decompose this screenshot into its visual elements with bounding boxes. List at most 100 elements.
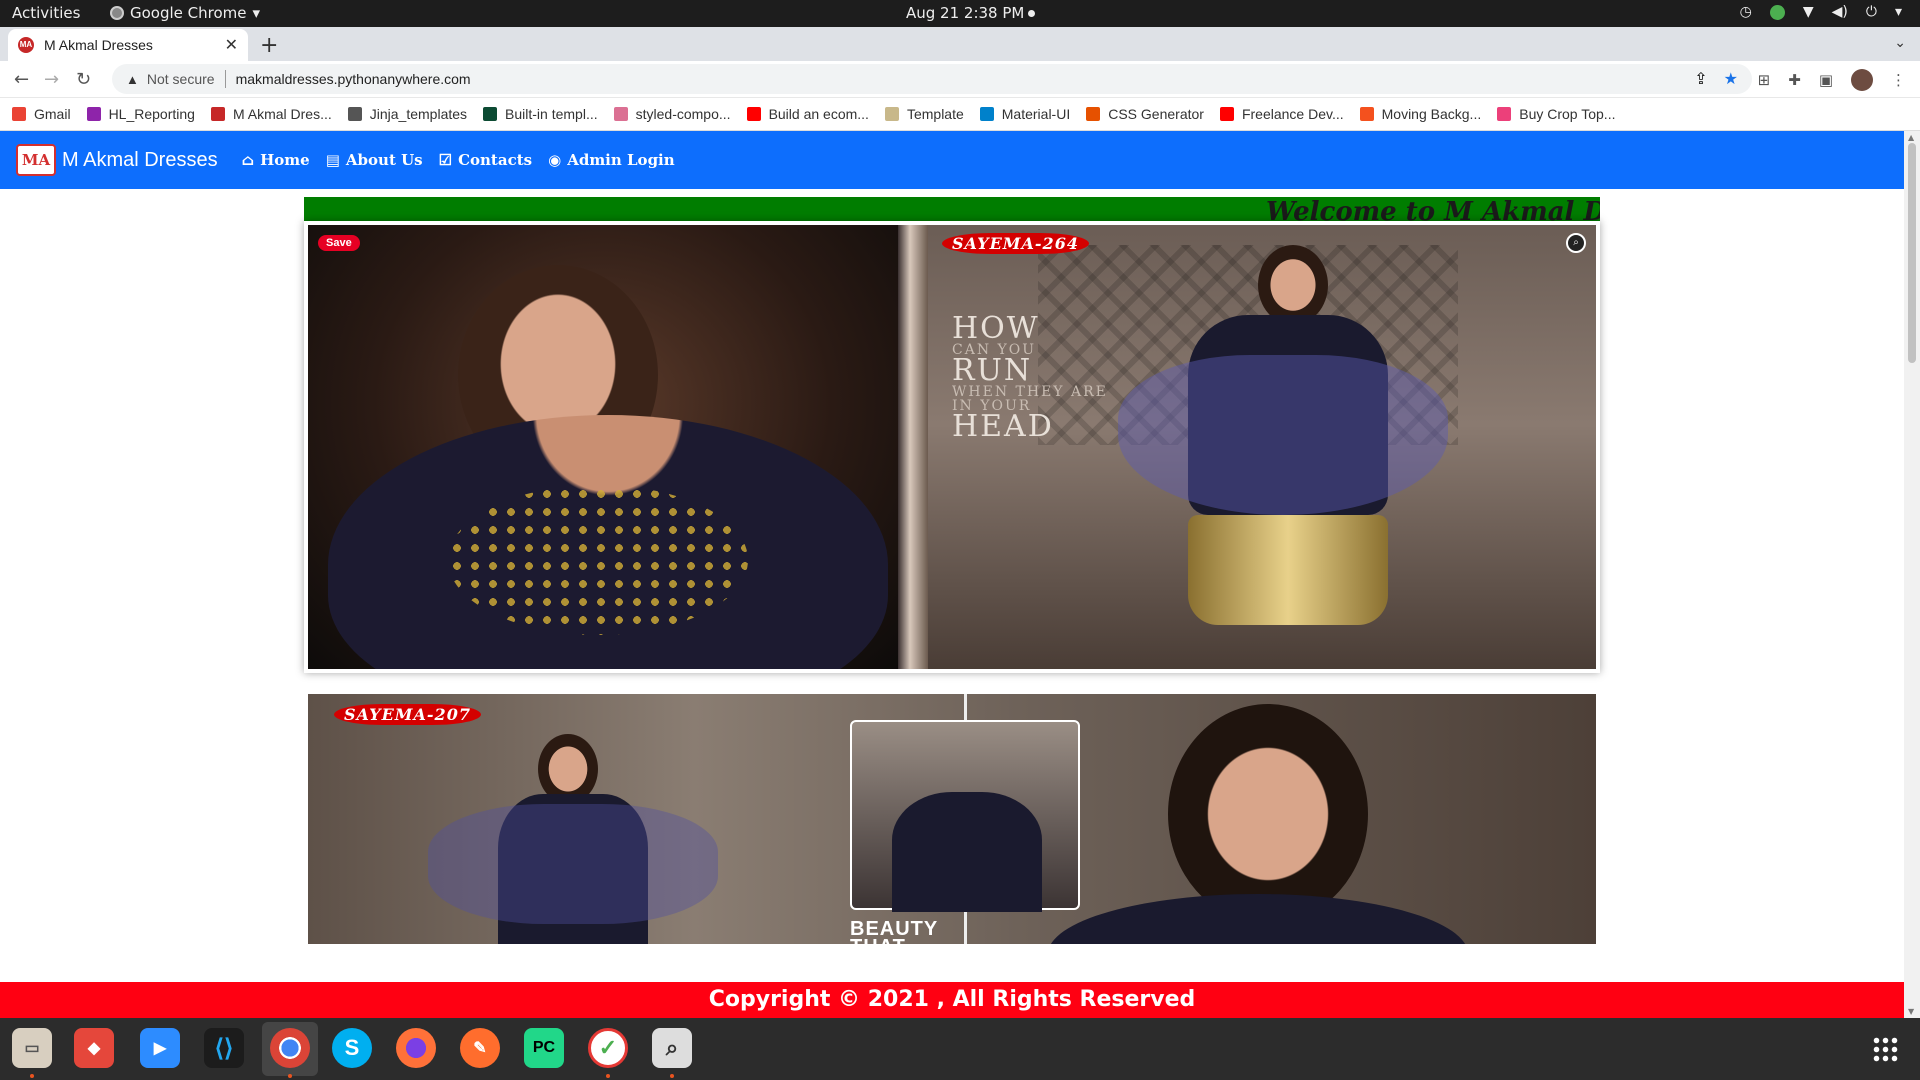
bookmark-item[interactable]: Template xyxy=(884,106,964,122)
bookmark-item[interactable]: Moving Backg... xyxy=(1359,106,1481,122)
tab-search-icon[interactable]: ⌄ xyxy=(1894,35,1906,51)
model-head xyxy=(1168,704,1368,924)
profile-avatar[interactable] xyxy=(1851,69,1873,91)
nav-link-about-us[interactable]: ▤ About Us xyxy=(326,151,423,169)
running-indicator xyxy=(606,1074,610,1078)
model-head xyxy=(1258,245,1328,325)
back-view-inset xyxy=(850,720,1080,912)
nav-link-label: Home xyxy=(260,151,310,169)
app-menu-label: Google Chrome xyxy=(130,4,247,22)
app-menu[interactable]: Google Chrome ▾ xyxy=(110,4,260,22)
site-navbar: MA M Akmal Dresses ⌂ Home ▤ About Us ☑ Contac… xyxy=(0,131,1904,189)
wifi-icon: ▼ xyxy=(1802,4,1814,20)
new-tab-button[interactable]: + xyxy=(260,33,278,58)
site-logo[interactable]: MA xyxy=(16,144,56,176)
chevron-down-icon: ▾ xyxy=(1894,4,1902,20)
browser-tab[interactable]: MA M Akmal Dresses ✕ xyxy=(8,29,248,61)
site-brand[interactable]: M Akmal Dresses xyxy=(62,149,218,172)
files-icon[interactable]: ▭ xyxy=(12,1028,52,1068)
reload-icon[interactable]: ↻ xyxy=(76,69,91,90)
power-icon: ⏻ xyxy=(1865,4,1877,20)
notification-dot-icon xyxy=(1028,10,1035,17)
bookmark-item[interactable]: Buy Crop Top... xyxy=(1497,106,1615,122)
forward-icon[interactable]: → xyxy=(44,69,59,90)
bookmark-item[interactable]: Gmail xyxy=(12,106,71,122)
extension-icon[interactable]: ⊞ xyxy=(1758,71,1771,89)
vscode-icon[interactable]: ⟨⟩ xyxy=(204,1028,244,1068)
bookmark-item[interactable]: M Akmal Dres... xyxy=(210,106,332,122)
scrollbar-thumb[interactable] xyxy=(1908,143,1916,363)
nav-link-label: About Us xyxy=(345,151,423,169)
bookmark-favicon-icon xyxy=(1219,107,1234,121)
bookmark-item[interactable]: Built-in templ... xyxy=(483,106,598,122)
bookmark-item[interactable]: CSS Generator xyxy=(1086,106,1204,122)
pinterest-save-button[interactable]: Save xyxy=(318,235,360,251)
bookmark-star-icon[interactable]: ★ xyxy=(1724,69,1738,89)
tagline-line: HEAD xyxy=(952,409,1054,444)
bookmark-label: Freelance Dev... xyxy=(1241,106,1344,122)
screenshot-icon[interactable]: ⌕ xyxy=(652,1028,692,1068)
nav-link-home[interactable]: ⌂ Home xyxy=(242,151,310,169)
product-photo-closeup: Save xyxy=(308,225,898,669)
bookmark-favicon-icon xyxy=(12,107,26,121)
warning-icon: ▲ xyxy=(126,71,139,87)
zoom-icon[interactable]: ▶ xyxy=(140,1028,180,1068)
id-card-icon: ▤ xyxy=(325,151,340,169)
activities-button[interactable]: Activities xyxy=(12,4,80,22)
skype-icon[interactable]: S xyxy=(332,1028,372,1068)
bookmark-label: M Akmal Dres... xyxy=(232,106,332,122)
tagline-line: WHEN THEY ARE xyxy=(952,384,1108,400)
pycharm-icon[interactable]: PC xyxy=(524,1028,564,1068)
scroll-up-icon[interactable]: ▲ xyxy=(1908,133,1914,142)
bookmark-favicon-icon xyxy=(884,107,899,121)
side-panel-icon[interactable]: ▣ xyxy=(1819,71,1833,89)
running-indicator xyxy=(30,1074,34,1078)
bookmark-label: HL_Reporting xyxy=(108,106,195,122)
chrome-icon[interactable] xyxy=(270,1028,310,1068)
share-icon[interactable]: ⇪ xyxy=(1694,69,1707,89)
caret-down-icon: ▾ xyxy=(252,4,261,22)
chrome-icon xyxy=(110,6,124,20)
firefox-icon[interactable] xyxy=(396,1028,436,1068)
system-top-bar: Activities Google Chrome ▾ Aug 21 2:38 P… xyxy=(0,0,1920,27)
show-apps-icon[interactable] xyxy=(1872,1036,1898,1062)
anydesk-icon[interactable]: ◆ xyxy=(74,1028,114,1068)
clock[interactable]: Aug 21 2:38 PM xyxy=(906,4,1024,22)
tab-strip: MA M Akmal Dresses ✕ + ⌄ xyxy=(0,27,1920,61)
divider xyxy=(224,70,226,88)
bookmark-item[interactable]: Jinja_templates xyxy=(347,106,467,122)
system-tray[interactable]: ◷ ▼ ◀) ⏻ ▾ xyxy=(1740,4,1902,20)
nav-link-admin-login[interactable]: ◉ Admin Login xyxy=(548,151,675,169)
nav-link-label: Contacts xyxy=(458,151,533,169)
bookmark-item[interactable]: Freelance Dev... xyxy=(1219,106,1344,122)
tagline-text: BEAUTYTHATNEVERFADES xyxy=(850,919,938,944)
bookmark-label: Material-UI xyxy=(1001,106,1071,122)
bookmark-item[interactable]: styled-compo... xyxy=(613,106,731,122)
bookmark-favicon-icon xyxy=(979,107,994,121)
scroll-down-icon[interactable]: ▼ xyxy=(1908,1007,1914,1016)
product-slide-1[interactable]: Save SAYEMA-264 HOW CAN YOU RUN WHEN THEY A… xyxy=(304,221,1600,673)
bookmark-item[interactable]: Build an ecom... xyxy=(746,106,869,122)
tasks-icon[interactable]: ✓ xyxy=(588,1028,628,1068)
puzzle-icon[interactable]: ✚ xyxy=(1788,71,1801,89)
url-text[interactable]: makmaldresses.pythonanywhere.com xyxy=(236,71,1679,87)
address-bar[interactable]: ▲ Not secure makmaldresses.pythonanywher… xyxy=(112,64,1752,94)
bookmark-item[interactable]: HL_Reporting xyxy=(86,106,195,122)
page-scrollbar[interactable]: ▲ ▼ xyxy=(1904,131,1920,1018)
security-icon xyxy=(1769,4,1785,20)
volume-icon: ◀) xyxy=(1831,4,1848,20)
product-slide-2[interactable]: SAYEMA-207 BEAUTYTHATNEVERFADES xyxy=(308,694,1596,944)
bookmark-item[interactable]: Material-UI xyxy=(979,106,1071,122)
nav-link-contacts[interactable]: ☑ Contacts xyxy=(439,151,532,169)
bookmark-label: Gmail xyxy=(34,106,71,122)
postman-icon[interactable]: ✎ xyxy=(460,1028,500,1068)
zoom-lens-icon[interactable]: ⌕ xyxy=(1566,233,1586,253)
not-secure-label[interactable]: Not secure xyxy=(147,71,215,87)
close-tab-icon[interactable]: ✕ xyxy=(225,35,238,55)
web-page: MA M Akmal Dresses ⌂ Home ▤ About Us ☑ Contac… xyxy=(0,131,1904,1018)
bookmark-favicon-icon xyxy=(1086,107,1101,121)
back-icon[interactable]: ← xyxy=(14,69,29,90)
welcome-marquee: Welcome to M Akmal Dre xyxy=(304,197,1600,223)
sku-label: SAYEMA-264 xyxy=(942,233,1089,254)
kebab-menu-icon[interactable]: ⋮ xyxy=(1891,71,1906,89)
